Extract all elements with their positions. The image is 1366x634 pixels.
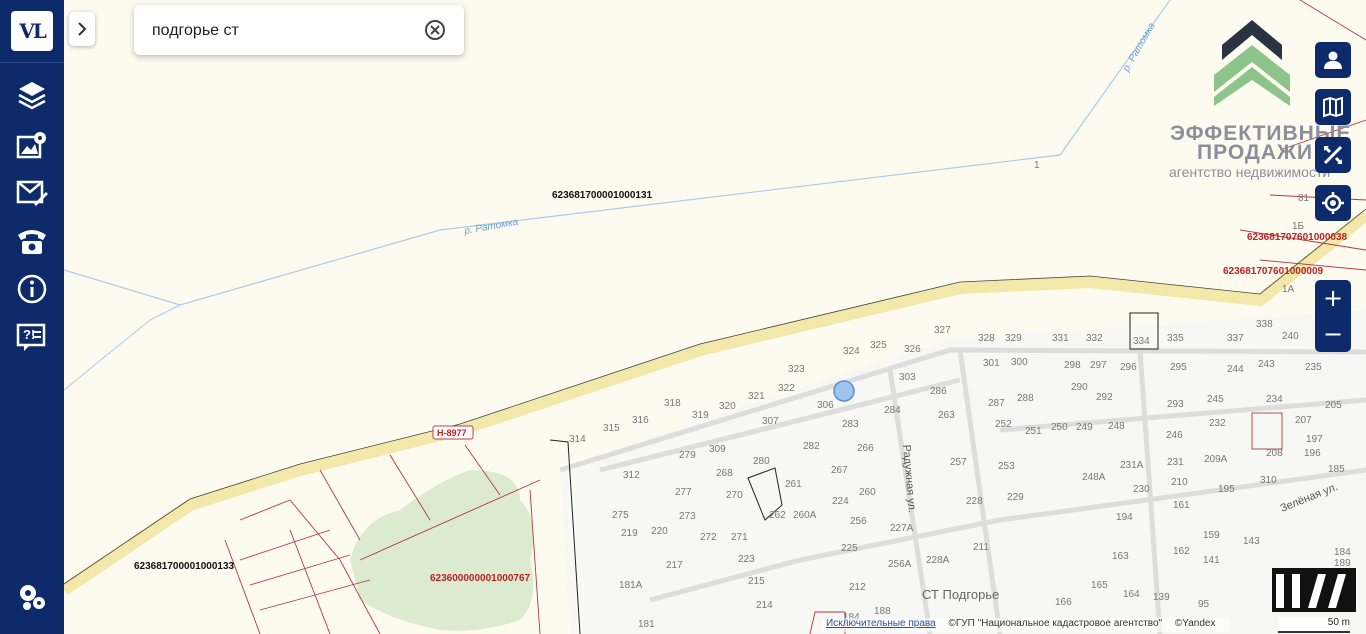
brand-subtitle: агентство недвижимости bbox=[1169, 164, 1331, 180]
phone-icon bbox=[18, 230, 46, 254]
layers-button[interactable] bbox=[8, 76, 56, 116]
faq-button[interactable]: ?! bbox=[8, 317, 56, 357]
brand-title: ПРОДАЖИ bbox=[1197, 141, 1314, 164]
panel-expand-button[interactable] bbox=[69, 12, 95, 46]
photo-pin-icon bbox=[16, 132, 46, 159]
attribution-yandex: ©Yandex bbox=[1174, 618, 1216, 629]
map-attribution: Исключительные права ©ГУП "Национальное … bbox=[822, 618, 1230, 632]
app-logo[interactable]: VL bbox=[11, 11, 53, 51]
settings-button[interactable] bbox=[8, 577, 56, 617]
clear-search-icon[interactable] bbox=[424, 19, 446, 41]
map-type-button[interactable] bbox=[1315, 89, 1351, 125]
terms-link[interactable]: Исключительные права bbox=[826, 618, 936, 629]
sidebar-divider bbox=[0, 62, 64, 63]
mail-edit-icon bbox=[16, 180, 48, 206]
scale-label: 50 m bbox=[1327, 617, 1350, 628]
photo-pin-button[interactable] bbox=[8, 125, 56, 165]
layers-icon bbox=[18, 82, 46, 110]
scale-bar: 50 m bbox=[1278, 617, 1350, 633]
app-logo-text: VL bbox=[19, 19, 47, 43]
measure-button[interactable] bbox=[1315, 137, 1351, 173]
search-input[interactable] bbox=[150, 18, 424, 44]
chevron-right-icon bbox=[78, 22, 87, 36]
sidebar: VL ?! bbox=[0, 0, 64, 634]
agency-brand: ЭФФЕКТИВНЫЕ ПРОДАЖИ агентство недвижимос… bbox=[1165, 18, 1350, 183]
info-icon bbox=[17, 274, 47, 304]
geolocate-button[interactable] bbox=[1315, 185, 1351, 221]
attribution-gup: ©ГУП "Национальное кадастровое агентство… bbox=[948, 618, 1163, 629]
question-chat-icon: ?! bbox=[16, 323, 46, 351]
user-icon bbox=[1324, 51, 1342, 69]
map-icon bbox=[1323, 96, 1343, 118]
cadastral-map[interactable] bbox=[0, 0, 1366, 634]
search-box bbox=[134, 5, 464, 55]
ruler-pencil-icon bbox=[1323, 145, 1343, 165]
info-button[interactable] bbox=[8, 269, 56, 309]
crosshair-icon bbox=[1322, 192, 1344, 214]
zoom-control: + − bbox=[1315, 280, 1351, 352]
settings-cogs-icon bbox=[20, 585, 45, 610]
zoom-in-button[interactable]: + bbox=[1315, 280, 1351, 316]
mail-edit-button[interactable] bbox=[8, 173, 56, 213]
user-button[interactable] bbox=[1315, 42, 1351, 78]
zoom-out-button[interactable]: − bbox=[1315, 316, 1351, 352]
svg-text:?!: ?! bbox=[23, 327, 35, 342]
phone-button[interactable] bbox=[8, 221, 56, 261]
partner-logo bbox=[1272, 568, 1356, 612]
